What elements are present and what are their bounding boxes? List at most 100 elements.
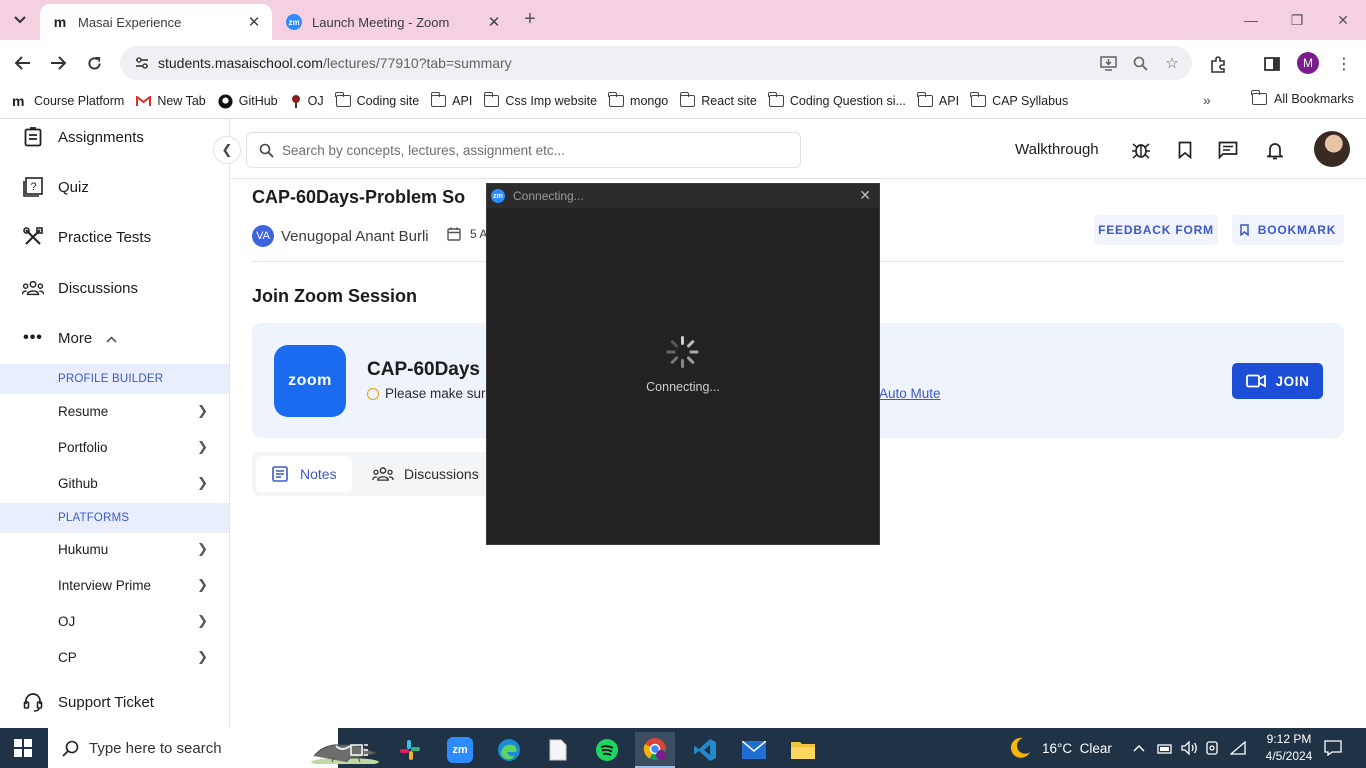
taskbar-search-box[interactable]: Type here to search	[48, 728, 379, 768]
restore-icon[interactable]: ❐	[1274, 0, 1320, 40]
instructor-name: Venugopal Anant Burli	[281, 227, 429, 245]
all-bookmarks-button[interactable]: All Bookmarks	[1251, 90, 1354, 106]
site-settings-icon[interactable]	[132, 53, 152, 73]
camera-tray-icon[interactable]	[1206, 728, 1220, 768]
bookmark-label: OJ	[307, 94, 324, 108]
chrome-icon[interactable]	[635, 732, 675, 768]
tab-title: Masai Experience	[78, 14, 182, 30]
all-bookmarks-label: All Bookmarks	[1274, 92, 1354, 106]
sidebar-label: More	[58, 329, 93, 347]
close-icon[interactable]: ✕	[244, 12, 264, 32]
window-close-icon[interactable]: ✕	[1320, 0, 1366, 40]
bookmark-folder[interactable]: API	[430, 92, 472, 108]
join-button[interactable]: JOIN	[1232, 363, 1323, 399]
zoom-dialog-titlebar[interactable]: zm Connecting... ✕	[487, 184, 879, 208]
forward-arrow-icon[interactable]	[43, 48, 73, 78]
address-bar[interactable]: students.masaischool.com/lectures/77910?…	[120, 46, 1192, 80]
weather-widget[interactable]: 16°C Clear	[1008, 728, 1112, 768]
sidebar-item-interview-prime[interactable]: Interview Prime ❯	[58, 577, 208, 593]
tab-notes[interactable]: Notes	[256, 456, 352, 492]
tab-discussions[interactable]: Discussions	[372, 456, 479, 492]
more-bookmarks-chevron-icon[interactable]: »	[1203, 92, 1211, 108]
bookmark-star-icon[interactable]: ☆	[1162, 53, 1182, 73]
chevron-up-icon[interactable]	[1133, 728, 1145, 768]
slack-icon[interactable]	[390, 732, 430, 768]
volume-icon[interactable]	[1181, 728, 1199, 768]
bookmark-github[interactable]: GitHub	[218, 93, 278, 109]
auto-mute-link[interactable]: Auto Mute	[879, 386, 941, 401]
spotify-icon[interactable]	[587, 732, 627, 768]
bookmark-label: Coding Question si...	[789, 94, 906, 108]
sidebar-item-github[interactable]: Github ❯	[58, 475, 208, 491]
bookmark-new-tab[interactable]: New Tab	[136, 94, 206, 108]
battery-icon[interactable]	[1157, 728, 1173, 768]
collapse-sidebar-chevron-left-icon[interactable]: ❮	[213, 136, 241, 164]
mail-icon[interactable]	[734, 732, 774, 768]
sidebar-item-quiz[interactable]: ? Quiz	[22, 176, 89, 198]
user-avatar[interactable]	[1314, 131, 1350, 167]
chrome-menu-kebab-icon[interactable]: ⋮	[1332, 52, 1356, 76]
folder-icon	[679, 92, 696, 107]
bookmark-folder[interactable]: Coding site	[335, 92, 419, 108]
bug-report-icon[interactable]	[1130, 139, 1152, 161]
windows-start-icon[interactable]	[14, 739, 32, 757]
close-icon[interactable]: ✕	[859, 187, 871, 204]
bookmark-oj[interactable]: OJ	[290, 94, 324, 109]
notification-bell-icon[interactable]	[1264, 139, 1286, 161]
folder-icon	[1251, 90, 1267, 105]
back-arrow-icon[interactable]	[8, 48, 38, 78]
edge-icon[interactable]	[489, 732, 529, 768]
task-view-icon[interactable]	[340, 732, 380, 768]
bookmark-label: GitHub	[238, 94, 278, 108]
bookmark-folder[interactable]: mongo	[608, 92, 668, 108]
notification-center-icon[interactable]	[1324, 728, 1342, 768]
system-clock[interactable]: 9:12 PM 4/5/2024	[1254, 731, 1324, 765]
install-app-icon[interactable]	[1098, 53, 1118, 73]
zoom-magnifier-icon[interactable]	[1130, 53, 1150, 73]
sidebar-item-more[interactable]: ••• More	[22, 327, 117, 349]
sidebar-item-practice-tests[interactable]: Practice Tests	[22, 226, 151, 248]
url-host: students.masaischool.com	[158, 55, 323, 71]
notepad-icon[interactable]	[538, 732, 578, 768]
close-icon[interactable]: ✕	[484, 12, 504, 32]
extensions-puzzle-icon[interactable]	[1206, 52, 1230, 76]
new-tab-plus-icon[interactable]: +	[518, 9, 542, 30]
feedback-form-button[interactable]: FEEDBACK FORM	[1094, 215, 1218, 245]
vscode-icon[interactable]	[685, 732, 725, 768]
bookmark-button[interactable]: BOOKMARK	[1232, 215, 1344, 245]
search-field[interactable]	[246, 132, 801, 168]
profile-avatar[interactable]: M	[1297, 52, 1319, 74]
bookmark-folder[interactable]: API	[917, 92, 959, 108]
tab-launch-meeting-zoom[interactable]: zm Launch Meeting - Zoom ✕	[276, 4, 512, 40]
chevron-right-icon: ❯	[197, 403, 208, 418]
sidebar-item-cp[interactable]: CP ❯	[58, 649, 208, 665]
search-input[interactable]	[282, 142, 762, 158]
tab-search-chevron-icon[interactable]	[6, 6, 34, 34]
minimize-icon[interactable]: —	[1228, 0, 1274, 40]
zoom-icon[interactable]: zm	[440, 732, 480, 768]
bookmark-folder[interactable]: React site	[679, 92, 757, 108]
file-explorer-icon[interactable]	[783, 732, 823, 768]
reload-icon[interactable]	[79, 48, 109, 78]
sidebar-item-portfolio[interactable]: Portfolio ❯	[58, 439, 208, 455]
sidebar-item-support-ticket[interactable]: Support Ticket	[22, 691, 154, 713]
bookmark-folder[interactable]: Coding Question si...	[768, 92, 906, 108]
bookmark-course-platform[interactable]: m Course Platform	[12, 93, 124, 109]
sidebar-item-oj[interactable]: OJ ❯	[58, 613, 208, 629]
folder-icon	[768, 92, 784, 107]
chat-message-icon[interactable]	[1217, 139, 1239, 161]
sidebar-sub-label: Interview Prime	[58, 577, 152, 593]
notes-icon	[272, 466, 288, 482]
bookmark-folder[interactable]: Css Imp website	[483, 92, 597, 108]
side-panel-icon[interactable]	[1260, 52, 1284, 76]
sidebar-item-resume[interactable]: Resume ❯	[58, 403, 208, 419]
quiz-icon: ?	[22, 176, 44, 198]
bookmark-folder[interactable]: CAP Syllabus	[970, 92, 1068, 108]
tab-masai-experience[interactable]: m Masai Experience ✕	[40, 4, 272, 40]
wifi-icon[interactable]	[1230, 728, 1246, 768]
sidebar-item-discussions[interactable]: Discussions	[22, 277, 138, 299]
bookmark-icon[interactable]	[1174, 139, 1196, 161]
sidebar-item-assignments[interactable]: Assignments	[22, 126, 144, 148]
sidebar-item-hukumu[interactable]: Hukumu ❯	[58, 541, 208, 557]
walkthrough-link[interactable]: Walkthrough	[1015, 141, 1099, 158]
